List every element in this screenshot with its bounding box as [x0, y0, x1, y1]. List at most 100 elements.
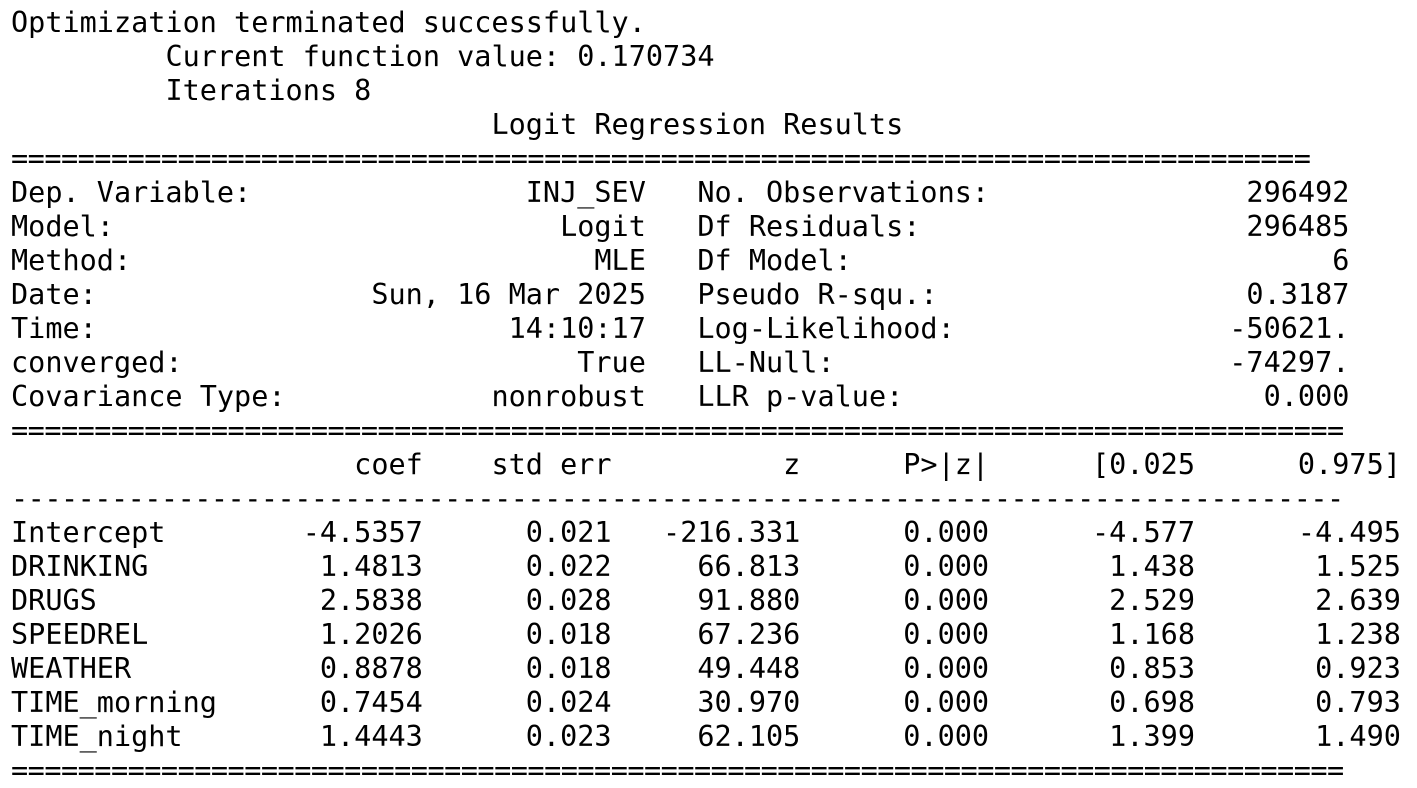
p-value: 0.000	[800, 720, 990, 753]
ci-low-value: 1.438	[989, 550, 1195, 583]
summary-left-value: INJ_SEV	[337, 176, 646, 209]
summary-row: Date: Sun, 16 Mar 2025 Pseudo R-squ.: 0.…	[11, 278, 1401, 312]
column-header	[11, 448, 286, 481]
separator-top: ========================================…	[11, 142, 1311, 175]
table-row: DRUGS 2.5838 0.028 91.880 0.000 2.529 2.…	[11, 584, 1401, 618]
ci-high-value: 0.793	[1194, 686, 1401, 719]
summary-row: Covariance Type: nonrobust LLR p-value: …	[11, 380, 1401, 414]
optimization-message: Optimization terminated successfully.	[11, 6, 646, 39]
summary-right-label: Df Model:	[697, 244, 1058, 277]
column-header: P>|z|	[800, 448, 990, 481]
std-err-value: 0.023	[422, 720, 612, 753]
coef-value: 0.7454	[285, 686, 423, 719]
table-row: WEATHER 0.8878 0.018 49.448 0.000 0.853 …	[11, 652, 1401, 686]
summary-right-label: LLR p-value:	[697, 380, 1058, 413]
coef-value: -4.5357	[285, 516, 423, 549]
p-value: 0.000	[800, 584, 990, 617]
iterations-line: Iterations 8	[165, 74, 372, 107]
z-value: 66.813	[611, 550, 801, 583]
summary-right-label: Log-Likelihood:	[697, 312, 1058, 345]
variable-name: DRUGS	[11, 584, 286, 617]
ci-high-value: 2.639	[1194, 584, 1401, 617]
summary-block: Dep. Variable: INJ_SEV No. Observations:…	[11, 176, 1401, 414]
std-err-value: 0.022	[422, 550, 612, 583]
p-value: 0.000	[800, 686, 990, 719]
summary-left-label: Covariance Type:	[11, 380, 338, 413]
summary-right-label: Df Residuals:	[697, 210, 1058, 243]
function-value-line: Current function value: 0.170734	[165, 40, 715, 73]
ci-high-value: 1.490	[1194, 720, 1401, 753]
separator-bottom: ========================================…	[11, 754, 1344, 787]
z-value: 67.236	[611, 618, 801, 651]
summary-left-label: Time:	[11, 312, 338, 345]
summary-right-value: 296485	[1057, 210, 1350, 243]
coef-value: 1.4443	[285, 720, 423, 753]
summary-left-value: MLE	[337, 244, 646, 277]
coef-value: 1.4813	[285, 550, 423, 583]
summary-right-value: -50621.	[1057, 312, 1350, 345]
variable-name: DRINKING	[11, 550, 286, 583]
summary-right-label: Pseudo R-squ.:	[697, 278, 1058, 311]
summary-right-value: 0.000	[1057, 380, 1350, 413]
z-value: 91.880	[611, 584, 801, 617]
p-value: 0.000	[800, 618, 990, 651]
ci-low-value: 1.168	[989, 618, 1195, 651]
title-indent	[11, 108, 491, 141]
results-title: Logit Regression Results	[491, 108, 904, 141]
summary-right-label: LL-Null:	[697, 346, 1058, 379]
std-err-value: 0.028	[422, 584, 612, 617]
summary-left-value: nonrobust	[337, 380, 646, 413]
summary-left-label: Model:	[11, 210, 338, 243]
separator-dash: ----------------------------------------…	[11, 482, 1344, 515]
z-value: -216.331	[611, 516, 801, 549]
ci-low-value: 0.853	[989, 652, 1195, 685]
ci-high-value: 1.238	[1194, 618, 1401, 651]
std-err-value: 0.021	[422, 516, 612, 549]
column-header: z	[611, 448, 801, 481]
ci-low-value: 0.698	[989, 686, 1195, 719]
summary-right-value: 0.3187	[1057, 278, 1350, 311]
table-row: TIME_night 1.4443 0.023 62.105 0.000 1.3…	[11, 720, 1401, 754]
std-err-value: 0.018	[422, 618, 612, 651]
regression-output: Optimization terminated successfully. Cu…	[11, 6, 1401, 788]
summary-right-value: 296492	[1057, 176, 1350, 209]
column-header-row: coef std err z P>|z| [0.025 0.975]	[11, 448, 1401, 482]
table-row: TIME_morning 0.7454 0.024 30.970 0.000 0…	[11, 686, 1401, 720]
coef-value: 2.5838	[285, 584, 423, 617]
coef-value: 1.2026	[285, 618, 423, 651]
std-err-value: 0.024	[422, 686, 612, 719]
ci-low-value: 2.529	[989, 584, 1195, 617]
summary-left-label: converged:	[11, 346, 338, 379]
variable-name: Intercept	[11, 516, 286, 549]
summary-row: Time: 14:10:17 Log-Likelihood: -50621.	[11, 312, 1401, 346]
summary-left-value: Logit	[337, 210, 646, 243]
z-value: 30.970	[611, 686, 801, 719]
ci-high-value: -4.495	[1194, 516, 1401, 549]
table-row: Intercept -4.5357 0.021 -216.331 0.000 -…	[11, 516, 1401, 550]
summary-left-value: 14:10:17	[337, 312, 646, 345]
column-header: 0.975]	[1194, 448, 1401, 481]
summary-row: converged: True LL-Null: -74297.	[11, 346, 1401, 380]
variable-name: TIME_morning	[11, 686, 286, 719]
coef-value: 0.8878	[285, 652, 423, 685]
separator-mid: ========================================…	[11, 414, 1344, 447]
variable-name: SPEEDREL	[11, 618, 286, 651]
summary-right-label: No. Observations:	[697, 176, 1058, 209]
ci-high-value: 0.923	[1194, 652, 1401, 685]
variable-name: TIME_night	[11, 720, 286, 753]
column-header: [0.025	[989, 448, 1195, 481]
summary-row: Dep. Variable: INJ_SEV No. Observations:…	[11, 176, 1401, 210]
p-value: 0.000	[800, 550, 990, 583]
table-row: SPEEDREL 1.2026 0.018 67.236 0.000 1.168…	[11, 618, 1401, 652]
summary-row: Model: Logit Df Residuals: 296485	[11, 210, 1401, 244]
std-err-value: 0.018	[422, 652, 612, 685]
